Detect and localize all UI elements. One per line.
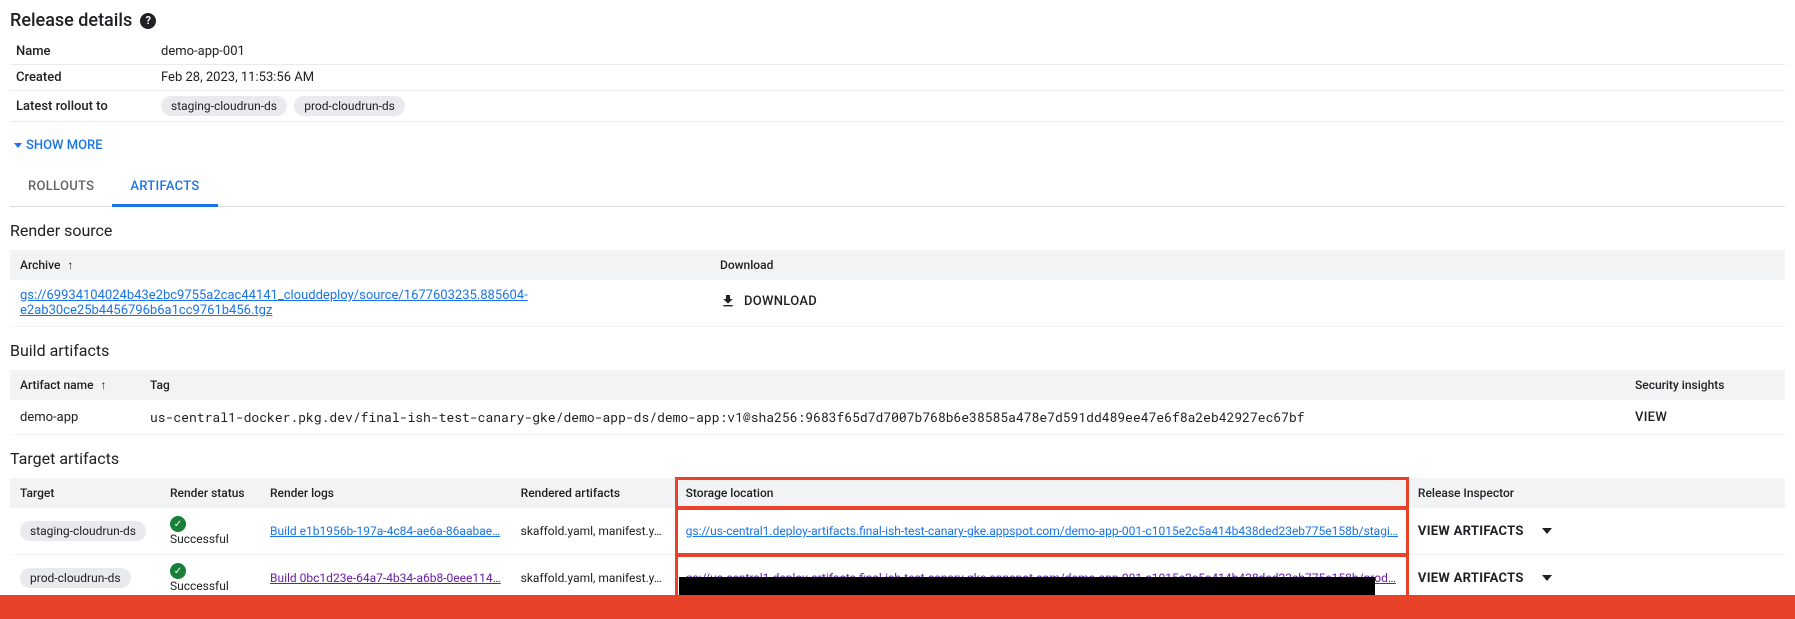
sort-up-icon: ↑: [67, 258, 73, 272]
page-title: Release details: [10, 10, 132, 31]
table-row: gs://69934104024b43e2bc9755a2cac44141_cl…: [10, 280, 1785, 327]
render-logs-link[interactable]: Build 0bc1d23e-64a7-4b34-a6b8-0eee114…: [270, 571, 501, 585]
col-archive-label: Archive: [20, 258, 60, 272]
view-artifacts-button[interactable]: VIEW ARTIFACTS: [1418, 524, 1552, 539]
show-more-button[interactable]: SHOW MORE: [10, 130, 1785, 161]
success-icon: ✓: [170, 516, 186, 532]
render-status: Successful: [170, 532, 229, 546]
name-label: Name: [10, 39, 155, 65]
render-status: Successful: [170, 579, 229, 593]
view-artifacts-label: VIEW ARTIFACTS: [1418, 571, 1524, 586]
sort-up-icon: ↑: [101, 378, 107, 392]
table-row: staging-cloudrun-ds ✓Successful Build e1…: [10, 508, 1785, 555]
target-chip[interactable]: prod-cloudrun-ds: [20, 568, 131, 588]
render-logs-link[interactable]: Build e1b1956b-197a-4c84-ae6a-86aabae…: [270, 524, 501, 538]
build-artifacts-table: Artifact name ↑ Tag Security insights de…: [10, 370, 1785, 435]
storage-location-link[interactable]: gs://us-central1.deploy-artifacts.final-…: [686, 524, 1398, 538]
rendered-artifacts: skaffold.yaml, manifest.y…: [521, 524, 666, 538]
col-archive[interactable]: Archive ↑: [10, 250, 710, 280]
rollout-target-chip[interactable]: prod-cloudrun-ds: [294, 96, 405, 116]
chevron-down-icon: [14, 143, 22, 148]
view-artifacts-label: VIEW ARTIFACTS: [1418, 524, 1524, 539]
decorative-bar: [0, 595, 1795, 619]
success-icon: ✓: [170, 563, 186, 579]
decorative-bar: [679, 577, 1375, 595]
chevron-down-icon: [1542, 575, 1552, 581]
render-source-table: Archive ↑ Download gs://69934104024b43e2…: [10, 250, 1785, 327]
tabs: ROLLOUTS ARTIFACTS: [10, 169, 1785, 207]
artifact-name: demo-app: [10, 400, 140, 435]
release-details-table: Name demo-app-001 Created Feb 28, 2023, …: [10, 39, 1785, 122]
col-render-status: Render status: [160, 478, 260, 508]
created-value: Feb 28, 2023, 11:53:56 AM: [155, 65, 1785, 91]
col-tag: Tag: [140, 370, 1625, 400]
col-release-inspector: Release Inspector: [1408, 478, 1785, 508]
help-icon[interactable]: ?: [140, 13, 156, 29]
tab-rollouts[interactable]: ROLLOUTS: [10, 169, 112, 206]
show-more-label: SHOW MORE: [26, 138, 103, 153]
archive-link[interactable]: gs://69934104024b43e2bc9755a2cac44141_cl…: [20, 288, 528, 318]
table-row: demo-app us-central1-docker.pkg.dev/fina…: [10, 400, 1785, 435]
col-target: Target: [10, 478, 160, 508]
col-render-logs: Render logs: [260, 478, 511, 508]
col-security-insights: Security insights: [1625, 370, 1785, 400]
rendered-artifacts: skaffold.yaml, manifest.y…: [521, 571, 666, 585]
target-chip[interactable]: staging-cloudrun-ds: [20, 521, 146, 541]
rollout-label: Latest rollout to: [10, 91, 155, 122]
view-insights-button[interactable]: VIEW: [1635, 410, 1667, 425]
tab-artifacts[interactable]: ARTIFACTS: [112, 169, 217, 207]
col-artifact-name-label: Artifact name: [20, 378, 94, 392]
col-artifact-name[interactable]: Artifact name ↑: [10, 370, 140, 400]
view-artifacts-button[interactable]: VIEW ARTIFACTS: [1418, 571, 1552, 586]
created-label: Created: [10, 65, 155, 91]
col-storage-location: Storage location: [676, 478, 1408, 508]
download-button[interactable]: DOWNLOAD: [720, 293, 817, 309]
col-rendered-artifacts: Rendered artifacts: [511, 478, 676, 508]
render-source-title: Render source: [10, 221, 1785, 240]
name-value: demo-app-001: [155, 39, 1785, 65]
chevron-down-icon: [1542, 528, 1552, 534]
download-icon: [720, 293, 736, 309]
build-artifacts-title: Build artifacts: [10, 341, 1785, 360]
target-artifacts-title: Target artifacts: [10, 449, 1785, 468]
rollout-target-chip[interactable]: staging-cloudrun-ds: [161, 96, 287, 116]
download-label: DOWNLOAD: [744, 294, 817, 309]
col-download: Download: [710, 250, 1785, 280]
artifact-tag: us-central1-docker.pkg.dev/final-ish-tes…: [140, 400, 1625, 435]
